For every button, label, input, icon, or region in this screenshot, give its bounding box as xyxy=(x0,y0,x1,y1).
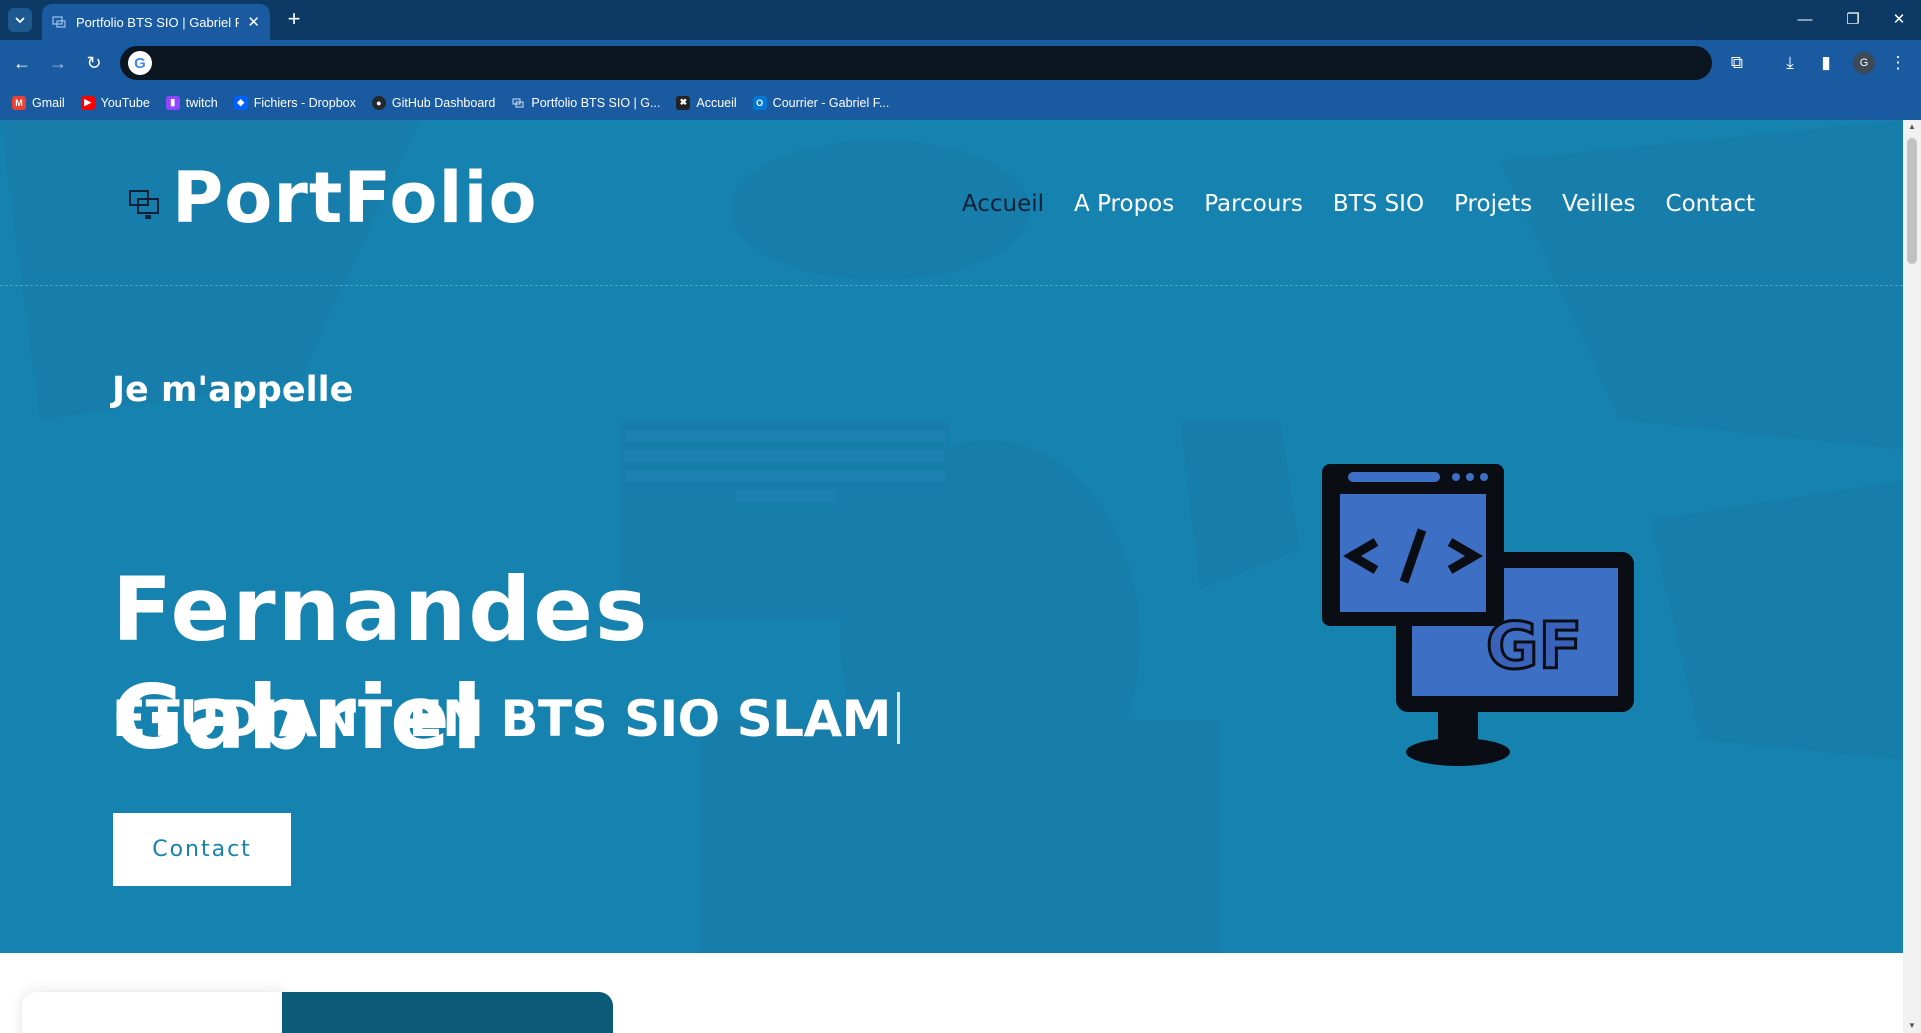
bookmark-youtube[interactable]: ▶ YouTube xyxy=(80,95,150,110)
hero-role: ÉTUDIANT EN BTS SIO SLAM xyxy=(112,690,900,748)
nav-a-propos[interactable]: A Propos xyxy=(1074,188,1174,220)
bookmark-label: Accueil xyxy=(696,95,737,110)
dropbox-icon: ◆ xyxy=(233,95,248,110)
nav-accueil[interactable]: Accueil xyxy=(962,188,1044,220)
restore-icon[interactable]: ❐ xyxy=(1843,10,1863,30)
hero-name-line1: Fernandes xyxy=(112,558,650,661)
nav-bts-sio[interactable]: BTS SIO xyxy=(1333,188,1424,220)
new-tab-button[interactable]: + xyxy=(282,8,306,32)
address-input[interactable] xyxy=(162,53,1712,73)
outlook-icon: O xyxy=(752,95,767,110)
scroll-down-icon[interactable]: ▼ xyxy=(1903,1019,1921,1033)
computer-logo-icon xyxy=(129,190,159,219)
side-panel-icon[interactable]: ▮ xyxy=(1814,51,1838,75)
bookmark-label: Portfolio BTS SIO | G... xyxy=(531,95,661,110)
nav-parcours[interactable]: Parcours xyxy=(1204,188,1303,220)
tab-search-button[interactable] xyxy=(8,8,32,32)
about-card-image xyxy=(22,992,284,1033)
hero-contact-button[interactable]: Contact xyxy=(113,813,291,886)
menu-kebab-icon[interactable]: ⋮ xyxy=(1886,51,1910,75)
bookmarks-bar: M Gmail ▶ YouTube ▮ twitch ◆ Fichiers - … xyxy=(0,85,1921,120)
github-icon: ● xyxy=(371,95,386,110)
about-card-panel xyxy=(282,992,613,1033)
browser-toolbar: ← → ↻ G ⧉ ⤓ ▮ G ⋮ xyxy=(0,40,1921,85)
nav-projets[interactable]: Projets xyxy=(1454,188,1532,220)
hero-intro: Je m'appelle xyxy=(112,370,354,410)
hero-section: PortFolio Accueil A Propos Parcours BTS … xyxy=(0,120,1903,953)
bookmark-twitch[interactable]: ▮ twitch xyxy=(165,95,218,110)
typing-caret xyxy=(896,692,900,744)
extensions-icon[interactable]: ⧉ xyxy=(1725,51,1749,75)
bookmark-portfolio[interactable]: Portfolio BTS SIO | G... xyxy=(511,96,660,110)
reload-icon[interactable]: ↻ xyxy=(82,51,106,75)
browser-tab[interactable]: Portfolio BTS SIO | Gabriel Fernandes ✕ xyxy=(42,4,270,40)
bookmark-accueil[interactable]: ✖ Accueil xyxy=(676,95,737,110)
close-window-icon[interactable]: ✕ xyxy=(1889,10,1909,30)
bookmark-label: GitHub Dashboard xyxy=(391,95,496,110)
page-scrollbar[interactable]: ▲ ▼ xyxy=(1903,120,1921,1033)
nav-veilles[interactable]: Veilles xyxy=(1562,188,1635,220)
accueil-icon: ✖ xyxy=(676,95,691,110)
google-icon: G xyxy=(128,51,152,75)
bookmark-label: Fichiers - Dropbox xyxy=(253,95,356,110)
forward-arrow-icon[interactable]: → xyxy=(46,51,70,75)
code-monitor-illustration: GF xyxy=(1322,464,1634,766)
bookmark-gmail[interactable]: M Gmail xyxy=(12,95,65,110)
scroll-thumb[interactable] xyxy=(1907,138,1917,264)
portfolio-icon xyxy=(511,96,525,110)
hero-role-text: ÉTUDIANT EN BTS SIO SLAM xyxy=(112,690,891,748)
close-tab-icon[interactable]: ✕ xyxy=(247,13,260,31)
nav-contact[interactable]: Contact xyxy=(1666,188,1755,220)
profile-avatar[interactable]: G xyxy=(1853,52,1875,74)
site-header: PortFolio Accueil A Propos Parcours BTS … xyxy=(0,120,1903,286)
bookmark-github[interactable]: ● GitHub Dashboard xyxy=(371,95,496,110)
bookmark-label: YouTube xyxy=(100,95,150,110)
page-viewport: PortFolio Accueil A Propos Parcours BTS … xyxy=(0,120,1903,1033)
bookmark-label: Gmail xyxy=(32,95,65,110)
scroll-up-icon[interactable]: ▲ xyxy=(1903,120,1921,134)
bookmark-dropbox[interactable]: ◆ Fichiers - Dropbox xyxy=(233,95,356,110)
tab-title: Portfolio BTS SIO | Gabriel Fernandes xyxy=(76,14,240,30)
site-logo[interactable]: PortFolio xyxy=(172,156,538,240)
chevron-down-icon xyxy=(15,17,25,24)
back-arrow-icon[interactable]: ← xyxy=(10,51,34,75)
main-nav: Accueil A Propos Parcours BTS SIO Projet… xyxy=(932,188,1755,220)
address-bar[interactable]: G xyxy=(120,46,1712,80)
youtube-icon: ▶ xyxy=(80,95,95,110)
download-icon[interactable]: ⤓ xyxy=(1778,51,1802,75)
gmail-icon: M xyxy=(12,95,26,110)
minimize-icon[interactable]: — xyxy=(1795,10,1815,30)
twitch-icon: ▮ xyxy=(165,95,180,110)
tab-bar: Portfolio BTS SIO | Gabriel Fernandes ✕ … xyxy=(0,0,1921,40)
bookmark-label: twitch xyxy=(185,95,218,110)
bookmark-label: Courrier - Gabriel F... xyxy=(772,95,890,110)
bookmark-outlook[interactable]: O Courrier - Gabriel F... xyxy=(752,95,890,110)
portfolio-favicon-icon xyxy=(52,15,66,29)
